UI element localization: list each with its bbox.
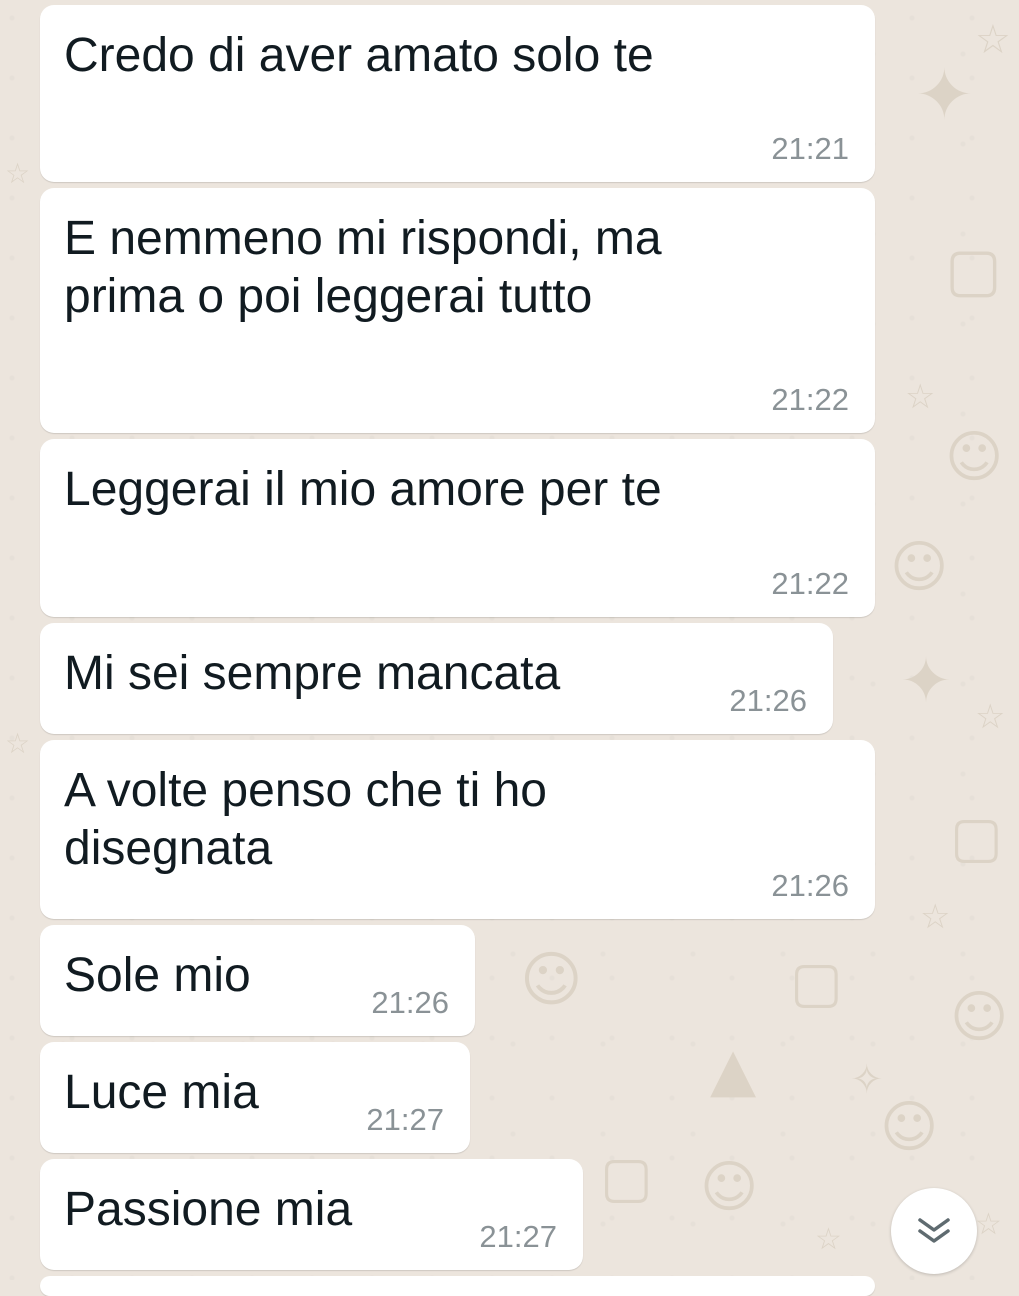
message-timestamp: 21:22 xyxy=(771,382,849,417)
message-text: E nemmeno mi rispondi, ma prima o poi le… xyxy=(64,212,662,323)
double-chevron-down-icon xyxy=(918,1218,950,1243)
message-timestamp: 21:22 xyxy=(771,566,849,601)
message-bubble[interactable]: Luce mia 21:27 xyxy=(40,1042,470,1153)
message-bubble[interactable]: E nemmeno mi rispondi, ma prima o poi le… xyxy=(40,188,875,433)
message-bubble[interactable]: A volte penso che ti ho disegnata 21:26 xyxy=(40,740,875,919)
message-bubble[interactable]: Sole mio 21:26 xyxy=(40,925,475,1036)
scroll-to-bottom-button[interactable] xyxy=(891,1188,977,1274)
message-bubble[interactable]: Mi sei sempre mancata 21:26 xyxy=(40,623,833,734)
message-timestamp: 21:27 xyxy=(366,1102,444,1137)
message-timestamp: 21:26 xyxy=(371,985,449,1020)
message-list: Credo di aver amato solo te 21:21 E nemm… xyxy=(0,0,1019,1296)
message-bubble[interactable]: Leggerai il mio amore per te 21:22 xyxy=(40,439,875,617)
message-timestamp: 21:26 xyxy=(729,683,807,718)
message-text: A volte penso che ti ho disegnata xyxy=(64,764,547,875)
message-text: Leggerai il mio amore per te xyxy=(64,463,662,516)
message-bubble[interactable]: Passione mia 21:27 xyxy=(40,1159,583,1270)
message-bubble[interactable]: Credo di aver amato solo te 21:21 xyxy=(40,5,875,182)
message-text: Credo di aver amato solo te xyxy=(64,29,654,82)
message-bubble-partial[interactable] xyxy=(40,1276,875,1296)
message-text: Mi sei sempre mancata xyxy=(64,647,561,700)
message-timestamp: 21:27 xyxy=(479,1219,557,1254)
message-timestamp: 21:21 xyxy=(771,131,849,166)
message-timestamp: 21:26 xyxy=(771,868,849,903)
